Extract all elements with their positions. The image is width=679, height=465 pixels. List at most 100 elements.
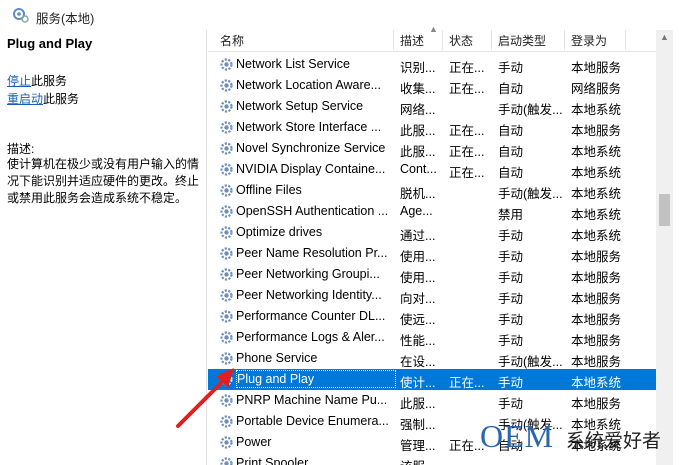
watermark-text: 系统爱好者 (566, 431, 662, 452)
service-gear-icon (220, 100, 233, 113)
table-row[interactable]: Peer Networking Identity... 向对... 手动 本地服务 (208, 285, 656, 306)
service-gear-icon (220, 457, 233, 465)
column-divider[interactable] (393, 30, 394, 50)
table-row[interactable]: Network List Service 识别... 正在... 手动 本地服务 (208, 54, 656, 75)
service-gear-icon (220, 163, 233, 176)
column-header-logon[interactable]: 登录为 (571, 32, 607, 49)
table-row[interactable]: Network Setup Service 网络... 手动(触发... 本地系统 (208, 96, 656, 117)
service-name-cell: Performance Logs & Aler... (236, 330, 385, 344)
column-divider[interactable] (564, 30, 565, 50)
service-status-cell: 正在... (449, 376, 485, 390)
window-title: 服务(本地) (36, 12, 95, 26)
service-name-cell: Network Store Interface ... (236, 120, 382, 134)
service-desc-cell: 识别... (400, 61, 436, 75)
table-row[interactable]: NVIDIA Display Containe... Cont... 正在... 自动… (208, 159, 656, 180)
service-desc-cell: 使用... (400, 250, 436, 264)
table-row[interactable]: Optimize drives 通过... 手动 本地系统 (208, 222, 656, 243)
service-startup-cell: 自动 (498, 166, 524, 180)
service-logon-cell: 本地服务 (571, 292, 622, 306)
column-header-name[interactable]: 名称 (220, 32, 244, 49)
service-desc-cell: 脱机... (400, 187, 436, 201)
service-startup-cell: 手动 (498, 397, 524, 411)
service-gear-icon (220, 142, 233, 155)
service-logon-cell: 本地服务 (571, 124, 622, 138)
service-desc-cell: 此服... (400, 145, 436, 159)
table-row[interactable]: Peer Networking Groupi... 使用... 手动 本地服务 (208, 264, 656, 285)
service-startup-cell: 手动(触发... (498, 187, 563, 201)
service-startup-cell: 手动 (498, 313, 524, 327)
restart-service-suffix: 此服务 (43, 92, 80, 106)
stop-service-row: 停止此服务 (7, 72, 67, 89)
service-name-cell: Performance Counter DL... (236, 309, 386, 323)
service-logon-cell: 本地服务 (571, 334, 622, 348)
table-row[interactable]: Performance Counter DL... 使远... 手动 本地服务 (208, 306, 656, 327)
column-header-startup[interactable]: 启动类型 (498, 32, 546, 49)
service-logon-cell: 本地服务 (571, 61, 622, 75)
service-startup-cell: 手动 (498, 292, 524, 306)
table-row[interactable]: Network Store Interface ... 此服... 正在... 自动 本… (208, 117, 656, 138)
service-status-cell: 正在... (449, 61, 485, 75)
vertical-scrollbar[interactable]: ▲ (656, 30, 673, 465)
restart-service-link[interactable]: 重启动 (7, 92, 43, 106)
service-desc-cell: 使用... (400, 271, 436, 285)
service-name-cell: Print Spooler (236, 456, 309, 465)
service-desc-cell: 使计... (400, 376, 436, 390)
service-logon-cell: 本地服务 (571, 250, 622, 264)
service-status-cell: 正在... (449, 124, 485, 138)
service-startup-cell: 手动(触发... (498, 103, 563, 117)
table-row[interactable]: Plug and Play 使计... 正在... 手动 本地系统 (208, 369, 656, 390)
service-gear-icon (220, 58, 233, 71)
column-divider[interactable] (625, 30, 626, 50)
service-desc-cell: 管理... (400, 439, 436, 453)
service-startup-cell: 自动 (498, 124, 524, 138)
description-label: 描述: (7, 142, 35, 156)
service-logon-cell: 本地服务 (571, 355, 622, 369)
service-logon-cell: 本地服务 (571, 313, 622, 327)
selected-service-name: Plug and Play (7, 36, 93, 51)
service-gear-icon (220, 79, 233, 92)
table-row[interactable]: Novel Synchronize Service 此服... 正在... 自动 本地系… (208, 138, 656, 159)
service-startup-cell: 手动 (498, 271, 524, 285)
service-desc-cell: 网络... (400, 103, 436, 117)
service-logon-cell: 本地系统 (571, 208, 622, 222)
table-row[interactable]: Network Location Aware... 收集... 正在... 自动 网络服… (208, 75, 656, 96)
service-logon-cell: 网络服务 (571, 82, 622, 96)
service-startup-cell: 手动 (498, 334, 524, 348)
service-startup-cell: 禁用 (498, 208, 524, 222)
restart-service-row: 重启动此服务 (7, 90, 79, 107)
sort-up-icon: ▲ (429, 24, 438, 34)
service-name-cell: Phone Service (236, 351, 318, 365)
service-startup-cell: 手动(触发... (498, 355, 563, 369)
service-desc-cell: 在设... (400, 355, 436, 369)
table-row[interactable]: Peer Name Resolution Pr... 使用... 手动 本地服务 (208, 243, 656, 264)
column-divider[interactable] (491, 30, 492, 50)
table-row[interactable]: Phone Service 在设... 手动(触发... 本地服务 (208, 348, 656, 369)
scroll-up-arrow-icon[interactable]: ▲ (659, 32, 670, 44)
service-gear-icon (220, 436, 233, 449)
service-name-cell: Network List Service (236, 57, 350, 71)
service-gear-icon (220, 289, 233, 302)
service-logon-cell: 本地系统 (571, 229, 622, 243)
column-header-status[interactable]: 状态 (449, 32, 473, 49)
service-name-cell: Peer Networking Groupi... (236, 267, 380, 281)
service-status-cell: 正在... (449, 145, 485, 159)
scrollbar-thumb[interactable] (659, 194, 670, 226)
table-row[interactable]: OpenSSH Authentication ... Age... 禁用 本地系统 (208, 201, 656, 222)
service-gear-icon (220, 331, 233, 344)
service-name-cell: Network Setup Service (236, 99, 364, 113)
column-header-desc[interactable]: 描述 (400, 32, 424, 49)
column-divider[interactable] (442, 30, 443, 50)
service-desc-cell: Cont... (400, 162, 437, 176)
service-desc-cell: 通过... (400, 229, 436, 243)
services-list-panel: ▲ 名称 描述 状态 启动类型 登录为 Network List Service… (208, 18, 679, 465)
service-status-cell: 正在... (449, 166, 485, 180)
table-row[interactable]: PNRP Machine Name Pu... 此服... 手动 本地服务 (208, 390, 656, 411)
service-desc-cell: 此服... (400, 124, 436, 138)
service-gear-icon (220, 247, 233, 260)
service-gear-icon (220, 310, 233, 323)
service-gear-icon (220, 226, 233, 239)
stop-service-link[interactable]: 停止 (7, 74, 31, 88)
services-gear-icon (13, 8, 29, 23)
table-row[interactable]: Performance Logs & Aler... 性能... 手动 本地服务 (208, 327, 656, 348)
table-row[interactable]: Offline Files 脱机... 手动(触发... 本地系统 (208, 180, 656, 201)
